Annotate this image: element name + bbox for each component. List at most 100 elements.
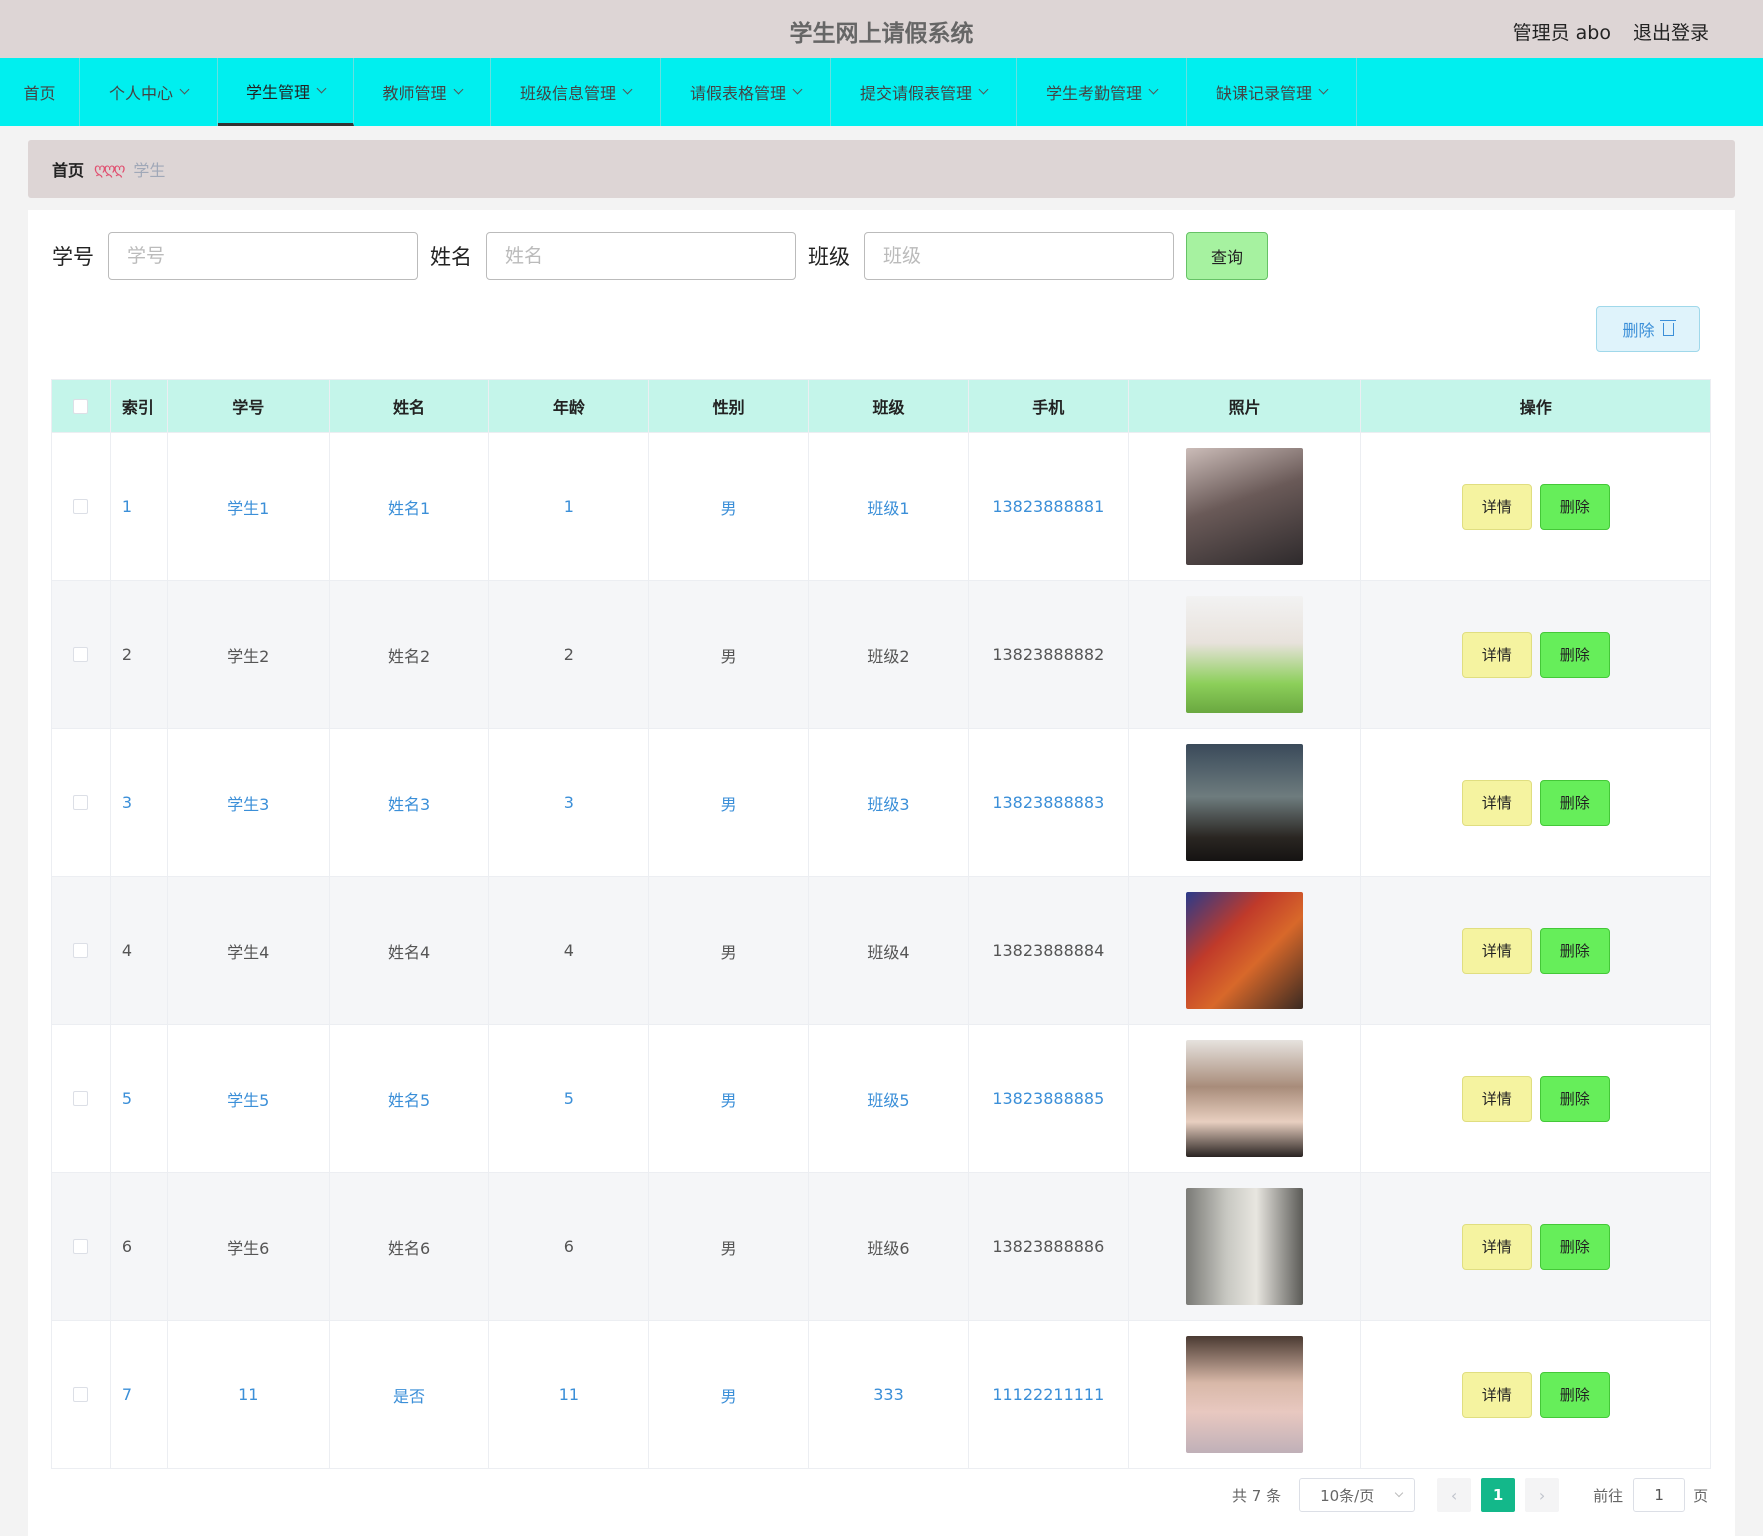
detail-button[interactable]: 详情 [1461, 483, 1532, 530]
nav-item-teacher-management[interactable]: 教师管理 [354, 58, 491, 126]
column-header: 学号 [168, 380, 330, 432]
row-checkbox[interactable] [73, 1239, 89, 1254]
header-select-cell [52, 380, 111, 432]
class-cell: 班级2 [809, 581, 969, 728]
photo-cell [1129, 1025, 1362, 1172]
class-cell: 333 [809, 1321, 969, 1468]
nav-item-label: 学生考勤管理 [1045, 84, 1142, 103]
detail-button[interactable]: 详情 [1461, 927, 1532, 974]
photo-cell [1129, 433, 1362, 580]
name-label: 姓名 [430, 245, 472, 269]
nav-item-home[interactable]: 首页 [0, 58, 80, 126]
chevron-down-icon [1318, 84, 1329, 95]
age-cell: 6 [489, 1173, 650, 1320]
phone-cell: 13823888881 [969, 433, 1129, 580]
column-header: 性别 [649, 380, 810, 432]
student-photo [1186, 892, 1304, 1009]
age-cell: 2 [489, 581, 650, 728]
detail-button[interactable]: 详情 [1461, 1075, 1532, 1122]
class-cell: 班级3 [809, 729, 969, 876]
top-header: 学生网上请假系统 管理员 abo 退出登录 [0, 0, 1763, 58]
chevron-down-icon [179, 84, 190, 95]
nav-item-profile[interactable]: 个人中心 [80, 58, 218, 126]
sex-cell: 男 [649, 433, 810, 580]
column-header: 手机 [969, 380, 1129, 432]
page-size-value: 10条/页 [1320, 1486, 1375, 1505]
detail-button[interactable]: 详情 [1461, 1223, 1532, 1270]
class-cell: 班级5 [809, 1025, 969, 1172]
table-header: 索引 学号 姓名 年龄 性别 班级 手机 照片 操作 [52, 380, 1710, 432]
class-cell: 班级1 [809, 433, 969, 580]
nav-item-label: 提交请假表管理 [859, 84, 972, 103]
name-input[interactable] [486, 232, 796, 280]
delete-button[interactable]: 删除 [1539, 1223, 1610, 1270]
name-cell: 姓名4 [330, 877, 490, 1024]
delete-button[interactable]: 删除 [1539, 1371, 1610, 1418]
row-select-cell [52, 433, 111, 580]
name-cell: 姓名2 [330, 581, 490, 728]
delete-button[interactable]: 删除 [1539, 927, 1610, 974]
table-row: 1 学生1 姓名1 1 男 班级1 13823888881 详情 删除 [52, 432, 1710, 580]
row-checkbox[interactable] [73, 1387, 89, 1402]
class-input[interactable] [864, 232, 1174, 280]
select-all-checkbox[interactable] [73, 398, 89, 414]
delete-button[interactable]: 删除 [1539, 631, 1610, 678]
student-photo [1186, 596, 1304, 713]
nav-item-attendance-management[interactable]: 学生考勤管理 [1017, 58, 1187, 126]
nav-item-absence-management[interactable]: 缺课记录管理 [1187, 58, 1357, 126]
page-number-current[interactable]: 1 [1481, 1478, 1516, 1512]
goto-page-input[interactable] [1633, 1478, 1686, 1512]
chevron-down-icon [792, 84, 803, 95]
row-checkbox[interactable] [73, 1091, 89, 1106]
nav-item-leave-form-management[interactable]: 请假表格管理 [661, 58, 831, 126]
detail-button[interactable]: 详情 [1461, 779, 1532, 826]
row-checkbox[interactable] [73, 795, 89, 810]
nav-item-submitted-leave-management[interactable]: 提交请假表管理 [831, 58, 1017, 126]
sex-cell: 男 [649, 581, 810, 728]
student-photo [1186, 1336, 1304, 1453]
table-row: 2 学生2 姓名2 2 男 班级2 13823888882 详情 删除 [52, 580, 1710, 728]
nav-item-class-management[interactable]: 班级信息管理 [491, 58, 661, 126]
chevron-down-icon [978, 84, 989, 95]
index-cell: 6 [111, 1173, 168, 1320]
query-button[interactable]: 查询 [1186, 232, 1268, 280]
sex-cell: 男 [649, 877, 810, 1024]
sno-cell: 学生5 [168, 1025, 330, 1172]
sno-input[interactable] [108, 232, 418, 280]
class-cell: 班级6 [809, 1173, 969, 1320]
delete-button[interactable]: 删除 [1539, 1075, 1610, 1122]
nav-item-student-management[interactable]: 学生管理 [218, 58, 354, 126]
column-header: 索引 [111, 380, 168, 432]
age-cell: 1 [489, 433, 650, 580]
name-cell: 是否 [330, 1321, 490, 1468]
nav-item-label: 缺课记录管理 [1215, 84, 1312, 103]
page-size-select[interactable]: 10条/页 [1299, 1478, 1416, 1512]
row-checkbox[interactable] [73, 499, 89, 514]
phone-cell: 11122211111 [969, 1321, 1129, 1468]
prev-page-button[interactable]: ‹ [1437, 1478, 1472, 1512]
delete-button[interactable]: 删除 [1539, 779, 1610, 826]
nav-item-label: 个人中心 [108, 84, 173, 103]
main-content: 学号 姓名 班级 查询 删除 索引 学号 姓名 年龄 性别 班级 手机 照片 操… [28, 210, 1735, 1536]
actions-cell: 详情 删除 [1361, 1321, 1710, 1468]
nav-item-label: 学生管理 [245, 82, 310, 102]
breadcrumb-separator: ღღღ [94, 160, 125, 178]
photo-cell [1129, 581, 1362, 728]
phone-cell: 13823888883 [969, 729, 1129, 876]
row-checkbox[interactable] [73, 943, 89, 958]
row-checkbox[interactable] [73, 647, 89, 662]
delete-button[interactable]: 删除 [1539, 483, 1610, 530]
row-select-cell [52, 1321, 111, 1468]
detail-button[interactable]: 详情 [1461, 631, 1532, 678]
chevron-down-icon [316, 83, 327, 93]
breadcrumb-home[interactable]: 首页 [52, 157, 84, 181]
batch-delete-button[interactable]: 删除 [1596, 306, 1700, 352]
logout-link[interactable]: 退出登录 [1633, 18, 1709, 45]
detail-button[interactable]: 详情 [1461, 1371, 1532, 1418]
next-page-button[interactable]: › [1525, 1478, 1560, 1512]
column-header: 姓名 [330, 380, 490, 432]
breadcrumb: 首页 ღღღ 学生 [28, 140, 1735, 198]
sex-cell: 男 [649, 729, 810, 876]
student-photo [1186, 744, 1304, 861]
photo-cell [1129, 1321, 1362, 1468]
